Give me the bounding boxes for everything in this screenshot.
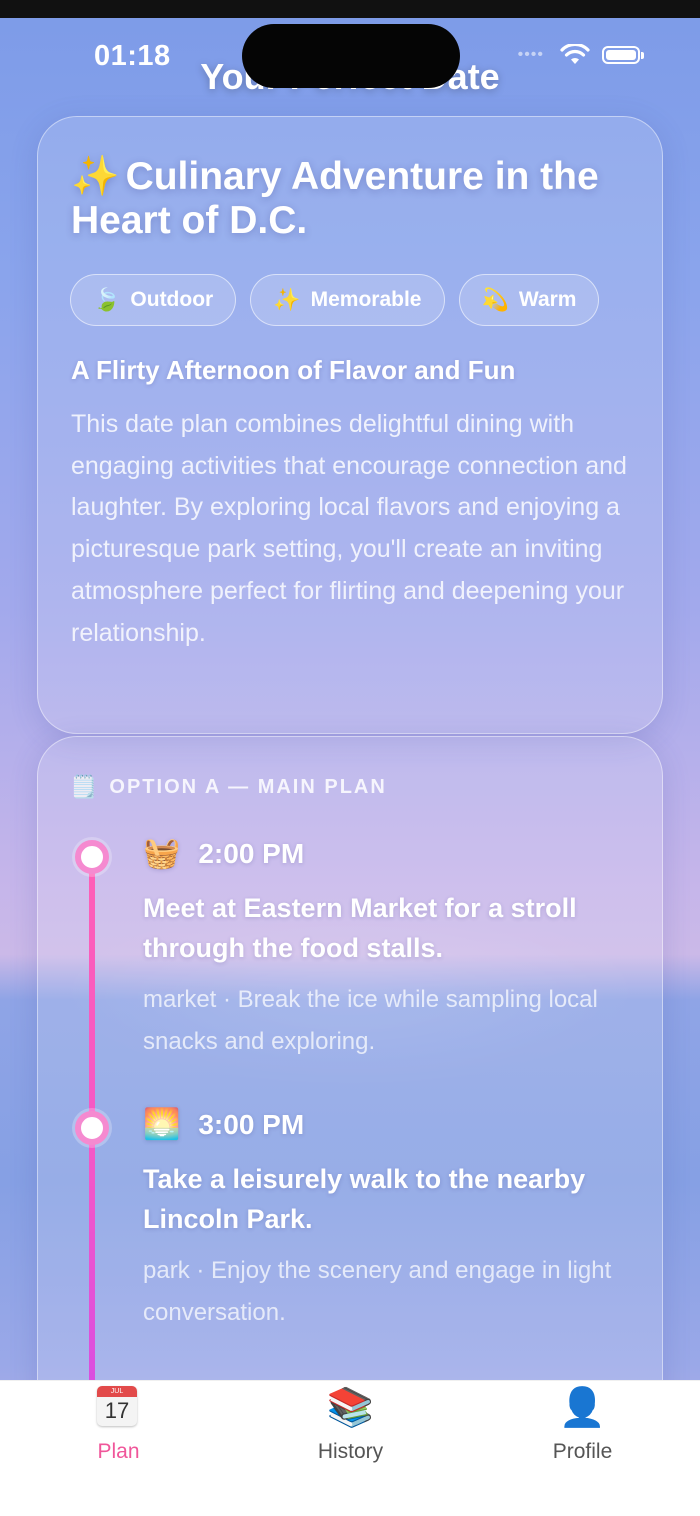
tag-outdoor[interactable]: 🍃 Outdoor [70, 274, 237, 326]
step-title: Meet at Eastern Market for a stroll thro… [143, 893, 577, 963]
step-time: 🧺 2:00 PM [143, 836, 304, 871]
step-note: market · Break the ice while sampling lo… [143, 986, 598, 1055]
tab-bar: JUL 17 Plan 📚 History 👤 Profile [0, 1380, 700, 1516]
plan-description: This date plan combines delightful dinin… [71, 410, 627, 647]
battery-icon [602, 46, 644, 64]
signal-icon: •••• [517, 46, 544, 63]
step-title: Take a leisurely walk to the nearby Linc… [143, 1164, 586, 1234]
section-label: 🗒️ OPTION A — MAIN PLAN [70, 774, 387, 800]
step-time-text: 3:00 PM [198, 1108, 305, 1140]
tag-list: 🍃 Outdoor ✨ Memorable 💫 Warm [70, 274, 600, 326]
step-note: park · Enjoy the scenery and engage in l… [143, 1257, 612, 1326]
tag-memorable[interactable]: ✨ Memorable [250, 274, 445, 326]
sparkles-icon: ✨ [71, 155, 120, 198]
tab-label: Profile [552, 1440, 613, 1463]
section-label-text: OPTION A — MAIN PLAN [109, 775, 387, 798]
step-time: 🌅 3:00 PM [143, 1107, 304, 1142]
dynamic-island [242, 24, 460, 88]
person-icon: 👤 [558, 1387, 607, 1429]
calendar-icon: JUL 17 [97, 1386, 137, 1426]
top-bar [0, 0, 700, 18]
timeline-dot [75, 1111, 109, 1145]
date-title: ✨ Culinary Adventure in the Heart of D.C. [71, 155, 641, 243]
sparkles-icon: ✨ [273, 287, 301, 312]
tab-label: History [317, 1440, 384, 1463]
summary-card: ✨ Culinary Adventure in the Heart of D.C.… [37, 116, 663, 734]
plan-subtitle: A Flirty Afternoon of Flavor and Fun [71, 355, 516, 385]
timeline-dot [75, 840, 109, 874]
tag-label: Memorable [310, 288, 422, 311]
books-icon: 📚 [326, 1387, 375, 1429]
wifi-icon [560, 44, 590, 64]
tab-label: Plan [97, 1440, 140, 1463]
basket-icon: 🧺 [143, 837, 181, 870]
status-time: 01:18 [94, 40, 171, 72]
step-time-text: 2:00 PM [198, 837, 305, 869]
dizzy-icon: 💫 [481, 287, 509, 312]
sunrise-icon: 🌅 [143, 1108, 181, 1141]
date-title-text: Culinary Adventure in the Heart of D.C. [71, 155, 599, 242]
status-icons: •••• [517, 44, 644, 66]
notepad-icon: 🗒️ [70, 774, 98, 799]
tag-label: Warm [518, 288, 577, 311]
tag-warm[interactable]: 💫 Warm [458, 274, 600, 326]
leaf-icon: 🍃 [93, 287, 121, 312]
tag-label: Outdoor [130, 288, 214, 311]
